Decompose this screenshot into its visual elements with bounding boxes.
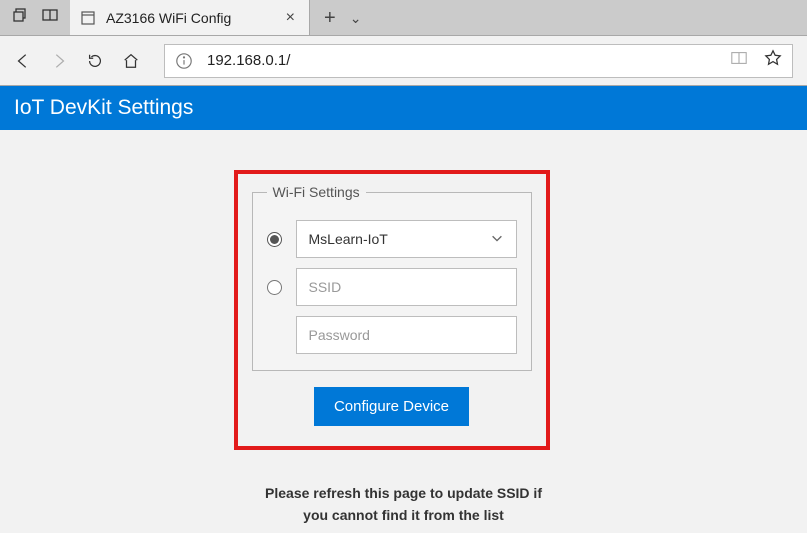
favorite-icon[interactable]: [764, 49, 782, 72]
new-tab-button[interactable]: +: [324, 8, 336, 28]
close-tab-icon[interactable]: ×: [282, 9, 299, 27]
content-area: Wi-Fi Settings MsLearn-IoT SSID: [0, 130, 807, 527]
ssid-input[interactable]: SSID: [296, 268, 517, 306]
ssid-select[interactable]: MsLearn-IoT: [296, 220, 517, 258]
password-row: Password: [296, 316, 517, 354]
browser-tab-bar: AZ3166 WiFi Config × + ⌄: [0, 0, 807, 36]
home-button[interactable]: [122, 52, 140, 70]
forward-button[interactable]: [50, 52, 68, 70]
wifi-settings-fieldset: Wi-Fi Settings MsLearn-IoT SSID: [252, 184, 532, 371]
page-title: IoT DevKit Settings: [0, 86, 807, 130]
back-button[interactable]: [14, 52, 32, 70]
window-controls: [0, 0, 70, 35]
window-overlap-icon[interactable]: [12, 7, 28, 28]
url-text: 192.168.0.1/: [207, 52, 716, 69]
refresh-button[interactable]: [86, 52, 104, 70]
address-bar[interactable]: 192.168.0.1/: [164, 44, 793, 78]
tab-title: AZ3166 WiFi Config: [106, 10, 272, 26]
reading-view-icon[interactable]: [730, 49, 748, 72]
window-split-icon[interactable]: [42, 7, 58, 28]
chevron-down-icon: [490, 231, 504, 248]
tab-actions: + ⌄: [310, 0, 375, 35]
tab-dropdown-icon[interactable]: ⌄: [350, 11, 362, 25]
ssid-manual-row: SSID: [267, 268, 517, 306]
refresh-hint-text: Please refresh this page to update SSID …: [234, 482, 574, 527]
ssid-placeholder: SSID: [309, 279, 504, 295]
settings-highlight-box: Wi-Fi Settings MsLearn-IoT SSID: [234, 170, 550, 450]
ssid-select-row: MsLearn-IoT: [267, 220, 517, 258]
configure-device-button[interactable]: Configure Device: [314, 387, 469, 426]
site-info-icon[interactable]: [175, 52, 193, 70]
password-placeholder: Password: [309, 327, 504, 343]
password-input[interactable]: Password: [296, 316, 517, 354]
browser-nav-bar: 192.168.0.1/: [0, 36, 807, 86]
ssid-select-radio[interactable]: [267, 232, 282, 247]
ssid-selected-value: MsLearn-IoT: [309, 231, 490, 247]
ssid-manual-radio[interactable]: [267, 280, 282, 295]
fieldset-legend: Wi-Fi Settings: [267, 184, 366, 200]
browser-tab-active[interactable]: AZ3166 WiFi Config ×: [70, 0, 310, 35]
page-icon: [80, 10, 96, 26]
